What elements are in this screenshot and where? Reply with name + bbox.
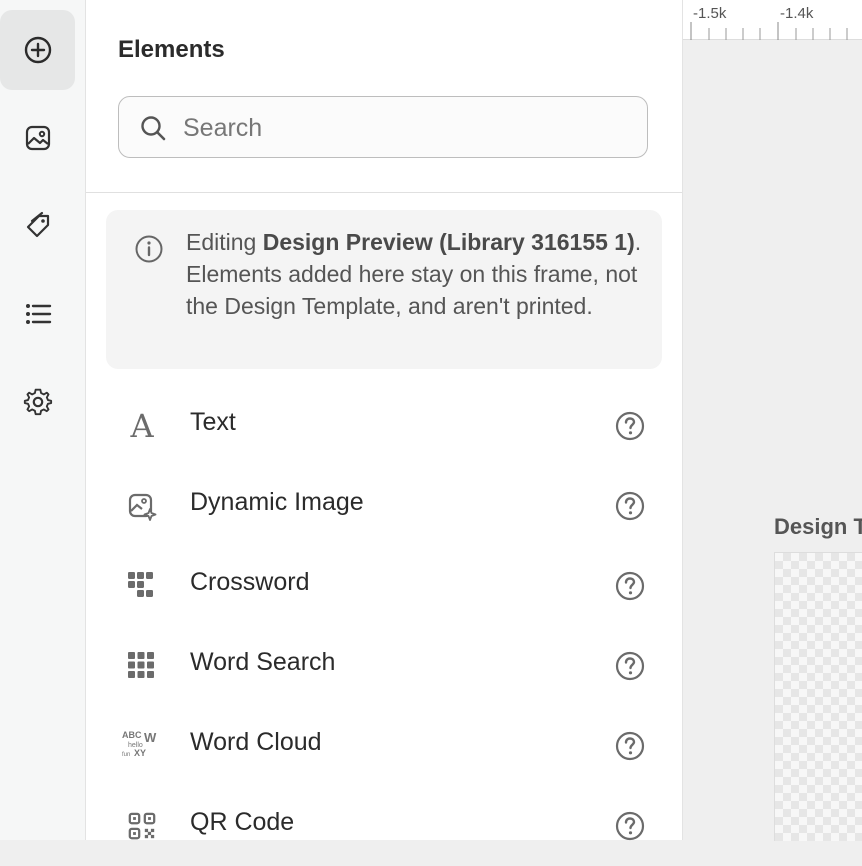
frame-title[interactable]: Design T — [774, 514, 862, 540]
list-icon — [25, 304, 51, 324]
ruler-label: -1.4k — [780, 5, 814, 22]
gear-icon — [23, 388, 52, 416]
plus-circle-icon — [24, 36, 51, 64]
info-frame-name: Design Preview (Library 316155 1) — [262, 229, 635, 255]
help-icon[interactable] — [614, 490, 646, 522]
design-frame[interactable] — [774, 552, 862, 841]
help-icon[interactable] — [614, 410, 646, 442]
horizontal-ruler: -1.5k -1.4k — [683, 0, 862, 40]
list-item-label: Word Search — [190, 648, 336, 676]
search-input[interactable] — [181, 105, 625, 151]
info-banner: Editing Design Preview (Library 316155 1… — [106, 210, 662, 369]
word-search-icon — [124, 648, 160, 684]
tag-icon — [26, 211, 49, 238]
crossword-icon — [124, 568, 160, 604]
help-icon[interactable] — [614, 730, 646, 762]
list-item-label: Text — [190, 408, 236, 436]
panel-title: Elements — [118, 36, 225, 63]
word-cloud-icon: ABC W hello fun XY — [122, 730, 157, 758]
elements-panel: Elements Editing Design Preview (Library… — [86, 0, 683, 841]
list-item-word-cloud[interactable]: ABC W hello fun XY Word Cloud — [86, 706, 682, 786]
list-item-dynamic-image[interactable]: Dynamic Image — [86, 466, 682, 546]
dynamic-image-icon — [124, 488, 160, 524]
list-item-label: Crossword — [190, 568, 310, 596]
list-item-text[interactable]: A Text — [86, 386, 682, 466]
settings-button[interactable] — [0, 362, 75, 442]
help-icon[interactable] — [614, 810, 646, 842]
add-element-button[interactable] — [0, 10, 75, 90]
qr-code-icon — [124, 808, 160, 844]
list-item-label: QR Code — [190, 808, 295, 836]
info-text: Editing Design Preview (Library 316155 1… — [186, 229, 642, 319]
list-item-word-search[interactable]: Word Search — [86, 626, 682, 706]
search-box[interactable] — [118, 96, 648, 158]
help-icon[interactable] — [614, 650, 646, 682]
image-icon — [25, 125, 50, 151]
list-item-label: Dynamic Image — [190, 488, 364, 516]
list-item-qr-code[interactable]: QR Code — [86, 786, 682, 866]
list-button[interactable] — [0, 274, 75, 354]
list-item-crossword[interactable]: Crossword — [86, 546, 682, 626]
text-icon: A — [130, 407, 154, 445]
info-icon — [135, 235, 163, 263]
divider — [86, 192, 682, 193]
left-rail — [0, 0, 86, 840]
list-item-label: Word Cloud — [190, 728, 322, 756]
search-icon — [141, 116, 166, 141]
ruler-label: -1.5k — [693, 5, 727, 22]
tags-button[interactable] — [0, 186, 75, 266]
images-button[interactable] — [0, 98, 75, 178]
help-icon[interactable] — [614, 570, 646, 602]
